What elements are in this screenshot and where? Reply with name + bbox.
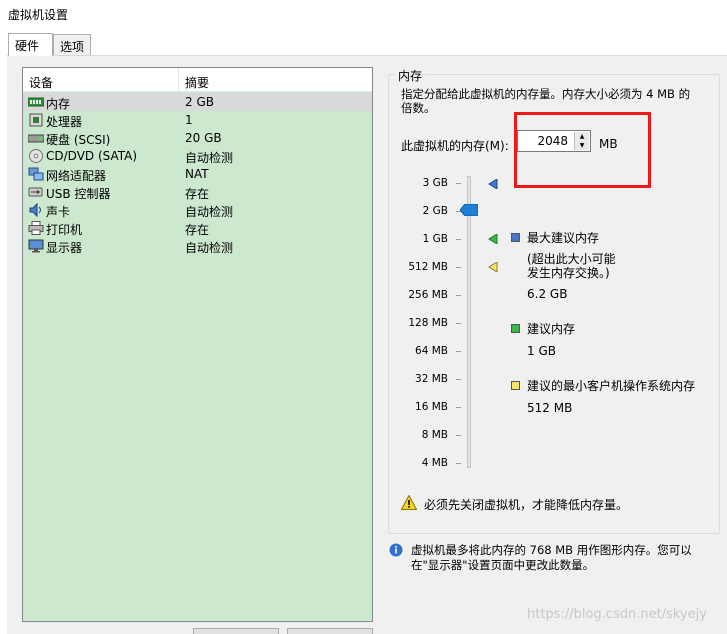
add-device-button[interactable] (193, 628, 279, 634)
legend-min-os-square-icon (511, 381, 520, 390)
device-summary: 存在 (185, 223, 210, 237)
device-name: 网络适配器 (46, 169, 107, 183)
tab-strip: 硬件 选项 (0, 33, 727, 56)
cd-dvd-icon (28, 149, 44, 163)
scale-label: 4 MB (421, 457, 448, 469)
legend-max-title: 最大建议内存 (527, 231, 600, 245)
scale-tick (456, 295, 461, 296)
harddisk-icon (28, 131, 44, 145)
device-row-memory[interactable]: 内存 2 GB (23, 93, 372, 111)
device-row-processor[interactable]: 处理器 1 (23, 111, 372, 129)
scale-tick (456, 379, 461, 380)
scale-tick (456, 239, 461, 240)
device-name: CD/DVD (SATA) (46, 149, 138, 163)
max-recommended-marker-icon (488, 233, 498, 245)
device-row-display[interactable]: 显示器 自动检测 (23, 237, 372, 255)
device-name: 内存 (46, 97, 71, 111)
device-name: USB 控制器 (46, 187, 111, 201)
scale-label: 256 MB (408, 289, 448, 301)
warning-icon (400, 494, 418, 510)
device-row-harddisk[interactable]: 硬盘 (SCSI) 20 GB (23, 129, 372, 147)
device-summary: 自动检测 (185, 205, 234, 219)
device-summary: NAT (185, 167, 209, 181)
legend-max-note2: 发生内存交换。) (527, 266, 610, 280)
legend-min-os-value: 512 MB (527, 401, 573, 415)
memory-field-label: 此虚拟机的内存(M): (401, 139, 509, 153)
highlight-annotation-box (514, 112, 651, 188)
scale-tick (456, 323, 461, 324)
min-os-marker-icon (488, 261, 498, 273)
device-row-usb[interactable]: USB 控制器 存在 (23, 183, 372, 201)
scale-tick (456, 463, 461, 464)
cpu-icon (28, 113, 44, 127)
device-row-printer[interactable]: 打印机 存在 (23, 219, 372, 237)
display-icon (28, 239, 44, 253)
device-name: 打印机 (46, 223, 83, 237)
memory-description: 指定分配给此虚拟机的内存量。内存大小必须为 4 MB 的倍数。 (401, 87, 691, 115)
scale-tick (456, 435, 461, 436)
scale-label: 3 GB (422, 177, 448, 189)
scale-label: 512 MB (408, 261, 448, 273)
device-name: 处理器 (46, 115, 83, 129)
network-adapter-icon (28, 167, 44, 181)
info-icon (389, 543, 403, 557)
scale-tick (456, 183, 461, 184)
legend-min-os-title: 建议的最小客户机操作系统内存 (527, 379, 696, 393)
title-bar: 虚拟机设置 (0, 0, 727, 30)
device-row-cd-dvd[interactable]: CD/DVD (SATA) 自动检测 (23, 147, 372, 165)
legend-recommended-title: 建议内存 (527, 322, 576, 336)
graphics-memory-info-text: 虚拟机最多将此内存的 768 MB 用作图形内存。您可以在"显示器"设置页面中更… (411, 543, 692, 572)
memory-slider-track[interactable] (467, 176, 471, 468)
column-header-summary[interactable]: 摘要 (185, 74, 209, 91)
remove-device-button[interactable] (287, 628, 373, 634)
device-list-header: 设备 摘要 (23, 68, 372, 92)
memory-icon (28, 95, 44, 109)
device-summary: 存在 (185, 187, 210, 201)
device-summary: 自动检测 (185, 151, 234, 165)
scale-label: 64 MB (415, 345, 448, 357)
device-name: 声卡 (46, 205, 71, 219)
device-summary: 20 GB (185, 131, 222, 145)
legend-max-value: 6.2 GB (527, 287, 568, 301)
device-summary: 2 GB (185, 95, 214, 109)
scale-label: 2 GB (422, 205, 448, 217)
window-title: 虚拟机设置 (8, 8, 69, 22)
sound-card-icon (28, 203, 44, 217)
memory-group-title: 内存 (395, 67, 426, 84)
max-limit-marker-icon (488, 178, 498, 190)
device-summary: 自动检测 (185, 241, 234, 255)
device-summary: 1 (185, 113, 193, 127)
scale-tick (456, 407, 461, 408)
usb-icon (28, 185, 44, 199)
scale-label: 32 MB (415, 373, 448, 385)
printer-icon (28, 221, 44, 235)
device-name: 显示器 (46, 241, 83, 255)
scale-label: 128 MB (408, 317, 448, 329)
column-divider[interactable] (178, 68, 179, 92)
scale-tick (456, 267, 461, 268)
legend-recommended-square-icon (511, 324, 520, 333)
scale-label: 1 GB (422, 233, 448, 245)
column-header-device[interactable]: 设备 (29, 74, 53, 91)
scale-label: 8 MB (421, 429, 448, 441)
warning-text: 必须先关闭虚拟机，才能降低内存量。 (424, 498, 629, 512)
tab-hardware[interactable]: 硬件 (8, 33, 53, 56)
device-row-network[interactable]: 网络适配器 NAT (23, 165, 372, 183)
device-row-sound[interactable]: 声卡 自动检测 (23, 201, 372, 219)
device-list: 设备 摘要 内存 2 GB 处理器 1 硬盘 (SCSI) 20 GB CD/D… (22, 67, 373, 622)
device-name: 硬盘 (SCSI) (46, 133, 111, 147)
legend-max-square-icon (511, 233, 520, 242)
legend-recommended-value: 1 GB (527, 344, 556, 358)
scale-label: 16 MB (415, 401, 448, 413)
memory-slider-thumb[interactable] (459, 203, 479, 217)
tab-options[interactable]: 选项 (53, 34, 91, 56)
watermark: https://blog.csdn.net/skyejy (527, 607, 707, 622)
scale-tick (456, 351, 461, 352)
